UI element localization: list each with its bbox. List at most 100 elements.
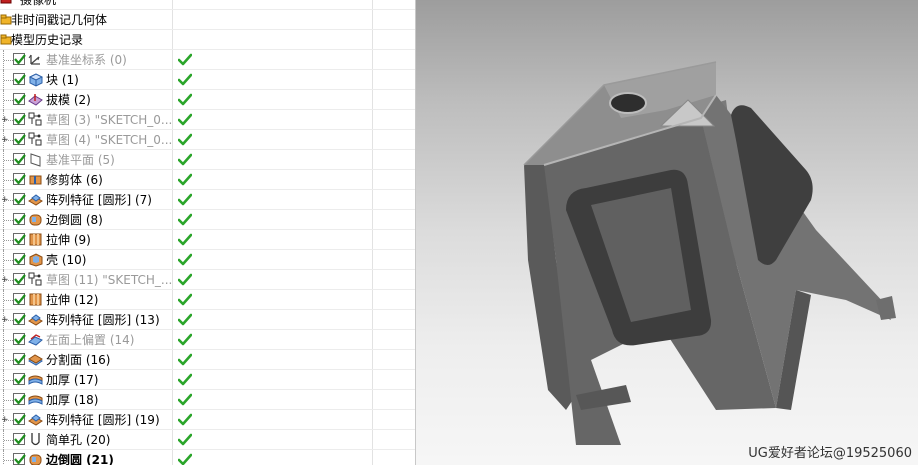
tree-node-label: 非时间戳记几何体 — [11, 13, 108, 27]
feature-row[interactable]: + 阵列特征 [圆形] (7) — [0, 190, 415, 210]
expand-icon[interactable]: + — [1, 276, 9, 285]
graphics-viewport[interactable]: UG爱好者论坛@19525060 — [416, 0, 918, 465]
feature-row[interactable]: 在面上偏置 (14) — [0, 330, 415, 350]
feature-checkbox[interactable] — [13, 193, 26, 205]
feature-label: 边倒圆 (8) — [46, 213, 103, 227]
feature-checkbox[interactable] — [13, 153, 26, 165]
feature-row[interactable]: 加厚 (18) — [0, 390, 415, 410]
edge-blend-icon — [28, 212, 43, 227]
tree-node-cameras[interactable]: 摄像机 — [0, 0, 415, 10]
tree-node-non-timestamp-geometry[interactable]: 非时间戳记几何体 — [0, 10, 415, 30]
feature-row[interactable]: 边倒圆 (21) — [0, 450, 415, 465]
feature-row[interactable]: 拉伸 (9) — [0, 230, 415, 250]
feature-label: 边倒圆 (21) — [46, 453, 114, 465]
up-to-date-check-icon — [177, 213, 193, 227]
extrude-icon — [28, 232, 43, 247]
feature-row[interactable]: 拉伸 (12) — [0, 290, 415, 310]
tree-connector — [4, 100, 13, 101]
up-to-date-check-icon — [177, 333, 193, 347]
feature-row[interactable]: + 阵列特征 [圆形] (13) — [0, 310, 415, 330]
up-to-date-check-icon — [177, 193, 193, 207]
pattern-icon — [28, 192, 43, 207]
up-to-date-check-icon — [177, 73, 193, 87]
extrude-icon — [28, 292, 43, 307]
feature-checkbox[interactable] — [13, 413, 26, 425]
model-seat-hole — [609, 92, 647, 114]
feature-row[interactable]: 壳 (10) — [0, 250, 415, 270]
feature-label: 草图 (4) "SKETCH_0... — [46, 133, 173, 147]
feature-checkbox[interactable] — [13, 53, 26, 65]
tree-connector — [4, 240, 13, 241]
expand-icon[interactable]: + — [1, 316, 9, 325]
feature-checkbox[interactable] — [13, 273, 26, 285]
feature-checkbox[interactable] — [13, 93, 26, 105]
tree-connector — [4, 360, 13, 361]
feature-checkbox[interactable] — [13, 313, 26, 325]
feature-label: 简单孔 (20) — [46, 433, 111, 447]
tree-connector — [4, 180, 13, 181]
feature-checkbox[interactable] — [13, 453, 26, 465]
up-to-date-check-icon — [177, 93, 193, 107]
feature-label: 加厚 (18) — [46, 393, 99, 407]
feature-row[interactable]: + 草图 (4) "SKETCH_0... — [0, 130, 415, 150]
tree-connector — [4, 440, 13, 441]
feature-checkbox[interactable] — [13, 233, 26, 245]
tree-connector — [4, 260, 13, 261]
part-navigator-tree: 摄像机 非时间戳记几何体 模型历史记录 基准坐标系 (0) 块 (1) 拔模 (2) + 草图… — [0, 0, 416, 465]
sketch-icon — [28, 112, 43, 127]
expand-icon[interactable]: + — [1, 416, 9, 425]
feature-row[interactable]: + 草图 (11) "SKETCH_... — [0, 270, 415, 290]
feature-checkbox[interactable] — [13, 293, 26, 305]
camera-folder-icon — [0, 0, 12, 5]
hole-icon — [28, 432, 43, 447]
feature-checkbox[interactable] — [13, 73, 26, 85]
expand-icon[interactable]: + — [1, 196, 9, 205]
feature-row[interactable]: 基准平面 (5) — [0, 150, 415, 170]
feature-row[interactable]: 块 (1) — [0, 70, 415, 90]
tree-connector — [4, 80, 13, 81]
tree-connector — [4, 160, 13, 161]
tree-connector — [4, 340, 13, 341]
feature-row[interactable]: 加厚 (17) — [0, 370, 415, 390]
feature-row[interactable]: + 草图 (3) "SKETCH_0... — [0, 110, 415, 130]
feature-checkbox[interactable] — [13, 213, 26, 225]
feature-checkbox[interactable] — [13, 133, 26, 145]
datum-plane-icon — [28, 152, 43, 167]
stool-model[interactable] — [416, 0, 918, 465]
feature-label: 拉伸 (9) — [46, 233, 91, 247]
feature-row[interactable]: 修剪体 (6) — [0, 170, 415, 190]
tree-node-model-history[interactable]: 模型历史记录 — [0, 30, 415, 50]
feature-checkbox[interactable] — [13, 253, 26, 265]
watermark-text: UG爱好者论坛@19525060 — [748, 446, 912, 461]
feature-checkbox[interactable] — [13, 373, 26, 385]
feature-checkbox[interactable] — [13, 353, 26, 365]
up-to-date-check-icon — [177, 353, 193, 367]
up-to-date-check-icon — [177, 293, 193, 307]
tree-node-label: 模型历史记录 — [11, 33, 84, 47]
pattern-icon — [28, 312, 43, 327]
feature-row[interactable]: 分割面 (16) — [0, 350, 415, 370]
sketch-icon — [28, 132, 43, 147]
feature-label: 拔模 (2) — [46, 93, 91, 107]
expand-icon[interactable]: + — [1, 136, 9, 145]
feature-checkbox[interactable] — [13, 393, 26, 405]
up-to-date-check-icon — [177, 393, 193, 407]
feature-label: 分割面 (16) — [46, 353, 111, 367]
feature-checkbox[interactable] — [13, 433, 26, 445]
datum-csys-icon — [28, 52, 43, 67]
feature-row[interactable]: 基准坐标系 (0) — [0, 50, 415, 70]
feature-checkbox[interactable] — [13, 113, 26, 125]
feature-label: 基准平面 (5) — [46, 153, 115, 167]
feature-checkbox[interactable] — [13, 333, 26, 345]
feature-row[interactable]: 拔模 (2) — [0, 90, 415, 110]
up-to-date-check-icon — [177, 133, 193, 147]
up-to-date-check-icon — [177, 373, 193, 387]
feature-row[interactable]: + 阵列特征 [圆形] (19) — [0, 410, 415, 430]
expand-icon[interactable]: + — [1, 116, 9, 125]
tree-connector — [4, 60, 13, 61]
feature-row[interactable]: 边倒圆 (8) — [0, 210, 415, 230]
thicken-icon — [28, 372, 43, 387]
feature-row[interactable]: 简单孔 (20) — [0, 430, 415, 450]
feature-label: 草图 (11) "SKETCH_... — [46, 273, 173, 287]
feature-checkbox[interactable] — [13, 173, 26, 185]
